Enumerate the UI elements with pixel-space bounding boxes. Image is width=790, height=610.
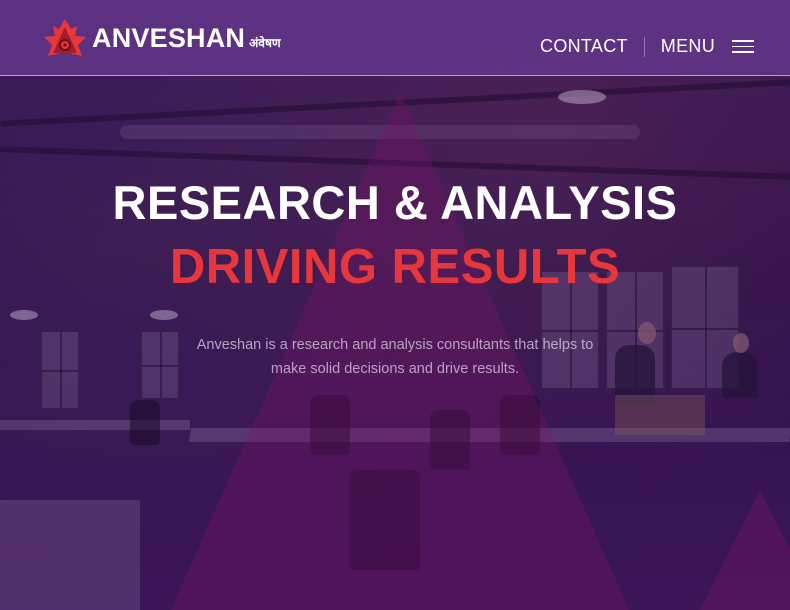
menu-label: MENU [660,36,715,56]
hero-headline: RESEARCH & ANALYSIS [112,176,678,229]
brand-name: ANVESHAN [92,22,246,53]
hero-section: ANVESHAN अंवेषण CONTACT MENU RESEARCH & … [0,0,790,610]
hamburger-icon [732,36,754,57]
contact-link[interactable]: CONTACT [540,36,628,57]
hero-subheadline: DRIVING RESULTS [169,240,621,294]
nav-divider [643,36,645,57]
main-nav: CONTACT MENU [540,36,754,57]
site-header: ANVESHAN अंवेषण CONTACT MENU [0,0,790,76]
brand-native-name: अंवेषण [249,35,281,50]
menu-button[interactable]: MENU [661,36,754,57]
office-background-image [0,0,790,610]
brand-logo[interactable]: ANVESHAN अंवेषण [44,18,281,58]
maple-leaf-icon [44,19,86,57]
hero-description: Anveshan is a research and analysis cons… [196,337,594,377]
